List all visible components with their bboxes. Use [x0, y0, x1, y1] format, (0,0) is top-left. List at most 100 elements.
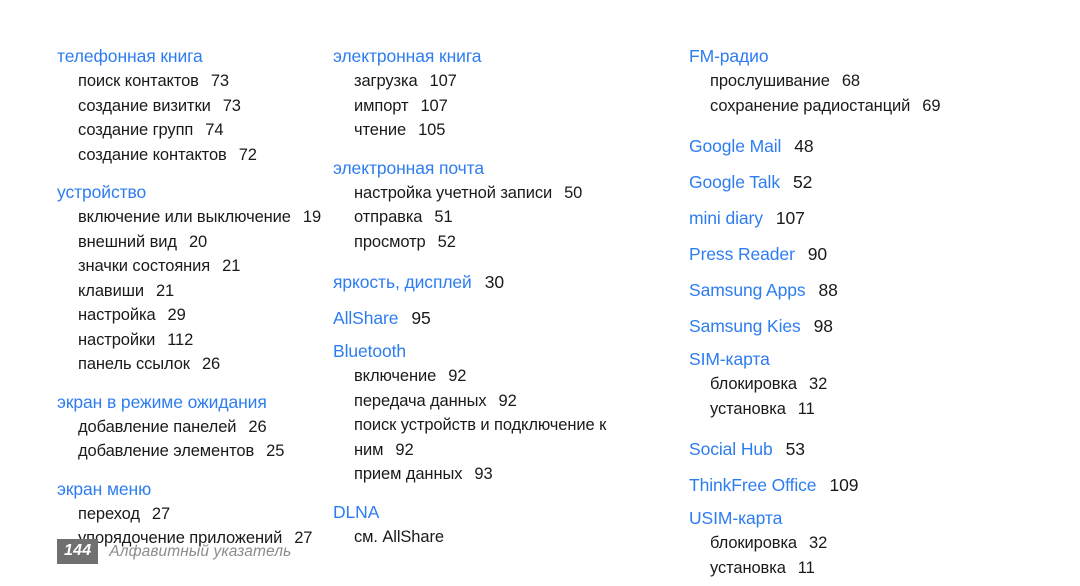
index-group-heading[interactable]: FM-радио: [689, 44, 1080, 69]
index-column: электронная книга загрузка 107 импорт 107 чте…: [332, 44, 660, 549]
index-columns: телефонная книга поиск контактов 73 создани…: [0, 44, 1080, 580]
index-entry[interactable]: загрузка 107: [333, 69, 660, 94]
index-entry[interactable]: см. AllShare: [333, 525, 660, 550]
index-group-heading-label: AllShare: [333, 308, 399, 328]
index-group: телефонная книга поиск контактов 73 создани…: [57, 44, 332, 167]
index-entry[interactable]: установка 11: [689, 397, 1080, 422]
index-entry[interactable]: создание контактов 72: [57, 143, 332, 168]
index-entry[interactable]: значки состояния 21: [57, 254, 332, 279]
index-group-heading[interactable]: устройство: [57, 180, 332, 205]
index-entry-page: 92: [395, 440, 414, 459]
index-group-heading-label: электронная почта: [333, 157, 485, 178]
index-group-heading-label: Google Talk: [689, 172, 780, 192]
index-column: телефонная книга поиск контактов 73 создани…: [0, 44, 332, 551]
index-entry[interactable]: клавиши 21: [57, 279, 332, 304]
index-entry[interactable]: просмотр 52: [333, 230, 660, 255]
index-group-heading[interactable]: mini diary 107: [689, 203, 1080, 233]
index-entry[interactable]: блокировка 32: [689, 531, 1080, 556]
index-group-heading[interactable]: USIM-карта: [689, 506, 1080, 531]
index-entry-page: 27: [151, 504, 171, 523]
index-group-heading[interactable]: Social Hub 53: [689, 434, 1080, 464]
index-group-heading[interactable]: Press Reader 90: [689, 239, 1080, 269]
index-group: Press Reader 90: [689, 239, 1080, 269]
index-entry-page: 26: [248, 417, 267, 436]
index-entry-page: 69: [922, 96, 941, 115]
index-entry[interactable]: внешний вид 20: [57, 230, 332, 255]
index-entry-label: передача данных: [354, 391, 487, 410]
index-entry[interactable]: чтение 105: [333, 118, 660, 143]
index-group-heading-page: 52: [793, 172, 813, 192]
index-group-heading[interactable]: телефонная книга: [57, 44, 332, 69]
index-group: USIM-карта блокировка 32 установка 11: [689, 506, 1080, 580]
index-group: Samsung Apps 88: [689, 275, 1080, 305]
index-entry[interactable]: настройки 112: [57, 328, 332, 353]
index-entry-page: 29: [167, 306, 186, 324]
index-group-heading[interactable]: Google Talk 52: [689, 167, 1080, 197]
index-page: телефонная книга поиск контактов 73 создани…: [0, 0, 1080, 586]
index-entry-label: блокировка: [710, 375, 798, 393]
index-entry[interactable]: настройка учетной записи 50: [333, 181, 660, 206]
index-group-heading-page: 53: [785, 439, 805, 459]
index-group-heading-page: 30: [484, 272, 504, 292]
index-group-heading-page: 109: [829, 475, 859, 495]
index-group-heading-label: экран в режиме ожидания: [57, 391, 267, 412]
index-entry[interactable]: настройка 29: [57, 303, 332, 328]
index-entry[interactable]: поиск контактов 73: [57, 69, 332, 94]
index-group-heading[interactable]: Samsung Apps 88: [689, 275, 1080, 305]
index-entry[interactable]: передача данных 92: [333, 389, 660, 414]
index-entry-label: сохранение радиостанций: [710, 96, 911, 115]
index-group-heading[interactable]: яркость, дисплей 30: [333, 267, 660, 297]
index-entry[interactable]: установка 11: [689, 556, 1080, 581]
index-entry-page: 107: [420, 96, 448, 115]
index-group-heading[interactable]: AllShare 95: [333, 303, 660, 333]
index-group-heading[interactable]: Samsung Kies 98: [689, 311, 1080, 341]
index-entry[interactable]: включение 92: [333, 364, 660, 389]
index-group-heading-page: 98: [813, 316, 833, 336]
index-entry-page: 51: [434, 208, 453, 226]
index-group: Social Hub 53: [689, 434, 1080, 464]
index-group: Bluetooth включение 92 передача данных 92 пои…: [333, 339, 660, 487]
index-entry[interactable]: прием данных 93: [333, 462, 660, 487]
index-entry-page: 112: [167, 330, 194, 349]
index-group-heading[interactable]: экран меню: [57, 477, 332, 502]
index-group-heading-label: Samsung Kies: [689, 316, 801, 336]
index-group: яркость, дисплей 30: [333, 267, 660, 297]
index-group-heading-label: экран меню: [57, 478, 152, 499]
index-entry-label: импорт: [354, 96, 409, 115]
index-group: Google Talk 52: [689, 167, 1080, 197]
index-entry[interactable]: прослушивание 68: [689, 69, 1080, 94]
index-entry[interactable]: панель ссылок 26: [57, 352, 332, 377]
index-entry-page: 21: [155, 281, 175, 300]
index-group-heading-page: 90: [807, 244, 828, 264]
index-column: FM-радио прослушивание 68 сохранение радиос…: [660, 44, 1080, 580]
index-entry[interactable]: включение или выключение 19: [57, 205, 332, 230]
footer-section-title: Алфавитный указатель: [109, 542, 292, 560]
index-entry[interactable]: импорт 107: [333, 94, 660, 119]
index-group-heading[interactable]: ThinkFree Office 109: [689, 470, 1080, 500]
index-entry[interactable]: поиск устройств и подключение к ним 92: [333, 413, 660, 462]
index-entry[interactable]: сохранение радиостанций 69: [689, 94, 1080, 119]
index-group-heading[interactable]: электронная почта: [333, 156, 660, 181]
index-entry-page: 11: [797, 558, 815, 577]
index-entry[interactable]: блокировка 32: [689, 372, 1080, 397]
index-entry-label: добавление панелей: [78, 417, 237, 436]
index-entry[interactable]: переход 27: [57, 502, 332, 527]
index-entry[interactable]: создание визитки 73: [57, 94, 332, 119]
index-entry[interactable]: добавление элементов 25: [57, 439, 332, 464]
index-group-heading[interactable]: SIM-карта: [689, 347, 1080, 372]
index-entry-page: 68: [841, 72, 860, 90]
index-group-heading-page: 95: [411, 308, 431, 328]
index-entry-label: настройка учетной записи: [354, 183, 553, 202]
index-entry[interactable]: добавление панелей 26: [57, 415, 332, 440]
index-entry-label: включение: [354, 367, 437, 385]
index-group-heading[interactable]: Google Mail 48: [689, 131, 1080, 161]
index-group-heading-label: ThinkFree Office: [689, 475, 817, 495]
index-entry-label: чтение: [354, 121, 407, 139]
index-group-heading[interactable]: DLNA: [333, 500, 660, 525]
index-group-heading[interactable]: экран в режиме ожидания: [57, 390, 332, 415]
index-entry[interactable]: создание групп 74: [57, 118, 332, 143]
index-group-heading[interactable]: Bluetooth: [333, 339, 660, 364]
index-group-heading[interactable]: электронная книга: [333, 44, 660, 69]
index-entry-page: 19: [302, 208, 322, 226]
index-entry[interactable]: отправка 51: [333, 205, 660, 230]
